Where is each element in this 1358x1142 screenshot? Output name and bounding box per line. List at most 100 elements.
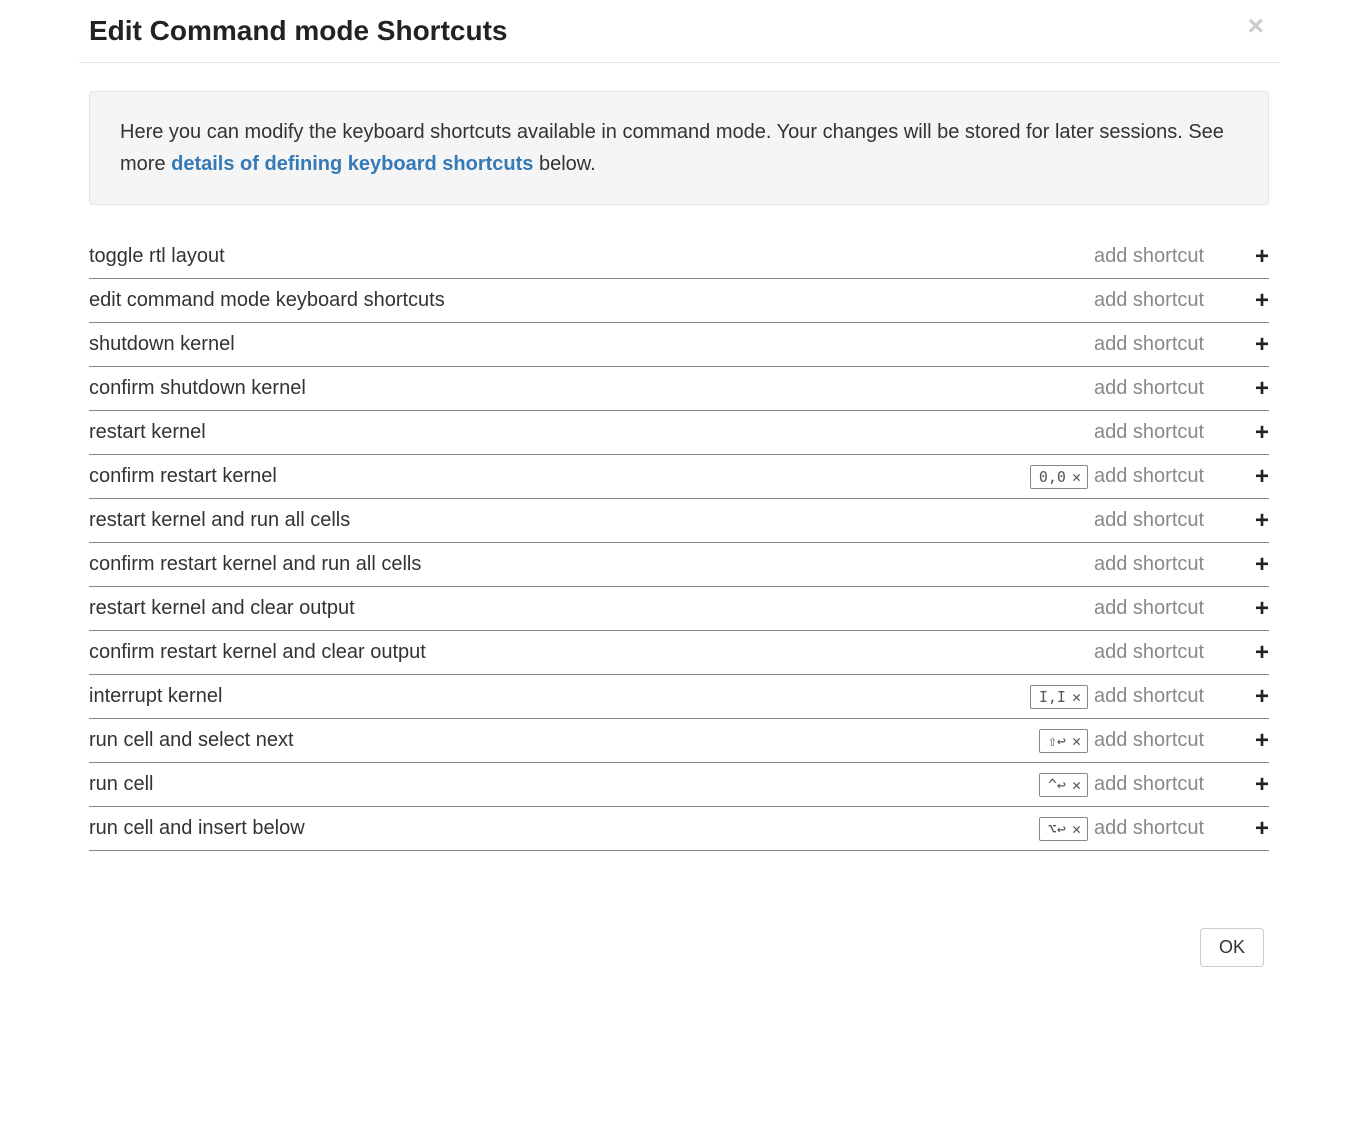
shortcut-label: toggle rtl layout <box>89 245 1088 268</box>
plus-icon: + <box>1255 507 1269 534</box>
shortcut-chips: ⇧↩ ✕ <box>1039 729 1088 753</box>
add-shortcut-button[interactable]: + <box>1229 419 1269 447</box>
close-icon: × <box>1248 10 1264 41</box>
shortcut-label: confirm restart kernel and run all cells <box>89 553 1088 576</box>
shortcut-row: edit command mode keyboard shortcutsadd … <box>89 279 1269 323</box>
shortcut-label: restart kernel and clear output <box>89 597 1088 620</box>
shortcut-label: restart kernel and run all cells <box>89 509 1088 532</box>
plus-icon: + <box>1255 639 1269 666</box>
shortcut-row: toggle rtl layout add shortcut + <box>89 235 1269 279</box>
shortcut-label: confirm restart kernel <box>89 465 1030 488</box>
add-shortcut-button[interactable]: + <box>1229 331 1269 359</box>
add-shortcut-button[interactable]: + <box>1229 243 1269 271</box>
shortcut-list: toggle rtl layoutadd shortcut+edit comma… <box>89 235 1269 851</box>
details-link[interactable]: details of defining keyboard shortcuts <box>171 153 533 175</box>
shortcut-chips: ^↩ ✕ <box>1039 773 1088 797</box>
add-shortcut-input[interactable]: add shortcut <box>1094 597 1229 620</box>
add-shortcut-button[interactable]: + <box>1229 507 1269 535</box>
shortcut-label: run cell and select next <box>89 729 1039 752</box>
shortcut-row: interrupt kernel I,I ✕ add shortcut + <box>89 675 1269 719</box>
shortcuts-dialog: Edit Command mode Shortcuts × Here you c… <box>79 0 1279 982</box>
add-shortcut-button[interactable]: + <box>1229 771 1269 799</box>
shortcut-row: confirm restart kernel and clear output a… <box>89 631 1269 675</box>
shortcut-row: restart kernel and clear output add short… <box>89 587 1269 631</box>
shortcut-label: confirm shutdown kernel <box>89 377 1088 400</box>
close-button[interactable]: × <box>1248 12 1264 40</box>
shortcut-label: run cell and insert below <box>89 817 1039 840</box>
plus-icon: + <box>1255 595 1269 622</box>
add-shortcut-input[interactable]: add shortcut <box>1094 465 1229 488</box>
add-shortcut-button[interactable]: + <box>1229 639 1269 667</box>
add-shortcut-input[interactable]: add shortcut <box>1094 333 1229 356</box>
remove-shortcut-icon[interactable]: ✕ <box>1072 820 1081 838</box>
shortcut-label: confirm restart kernel and clear output <box>89 641 1088 664</box>
add-shortcut-input[interactable]: add shortcut <box>1094 773 1229 796</box>
ok-button[interactable]: OK <box>1200 928 1264 967</box>
add-shortcut-button[interactable]: + <box>1229 287 1269 315</box>
add-shortcut-input[interactable]: add shortcut <box>1094 509 1229 532</box>
add-shortcut-button[interactable]: + <box>1229 683 1269 711</box>
add-shortcut-button[interactable]: + <box>1229 595 1269 623</box>
add-shortcut-button[interactable]: + <box>1229 463 1269 491</box>
chip-text: ⌥↩ <box>1048 820 1066 838</box>
add-shortcut-input[interactable]: add shortcut <box>1094 289 1229 312</box>
shortcut-row: run cell ^↩ ✕ add shortcut + <box>89 763 1269 807</box>
add-shortcut-input[interactable]: add shortcut <box>1094 245 1229 268</box>
dialog-header: Edit Command mode Shortcuts × <box>79 0 1279 63</box>
dialog-footer: OK <box>79 913 1279 982</box>
plus-icon: + <box>1255 771 1269 798</box>
chip-text: ⇧↩ <box>1048 732 1066 750</box>
shortcut-row: confirm restart kernel 0,0 ✕ add shortcut + <box>89 455 1269 499</box>
plus-icon: + <box>1255 727 1269 754</box>
shortcut-row: run cell and insert below ⌥↩ ✕ add shortcut… <box>89 807 1269 851</box>
shortcut-chip[interactable]: ⌥↩ ✕ <box>1039 817 1088 841</box>
plus-icon: + <box>1255 815 1269 842</box>
chip-text: ^↩ <box>1048 776 1066 794</box>
remove-shortcut-icon[interactable]: ✕ <box>1072 688 1081 706</box>
add-shortcut-button[interactable]: + <box>1229 815 1269 843</box>
shortcut-row: confirm shutdown kernel add shortcut + <box>89 367 1269 411</box>
add-shortcut-button[interactable]: + <box>1229 375 1269 403</box>
add-shortcut-input[interactable]: add shortcut <box>1094 553 1229 576</box>
chip-text: I,I <box>1039 688 1066 706</box>
plus-icon: + <box>1255 331 1269 358</box>
add-shortcut-input[interactable]: add shortcut <box>1094 421 1229 444</box>
shortcut-row: restart kernel add shortcut + <box>89 411 1269 455</box>
chip-text: 0,0 <box>1039 468 1066 486</box>
add-shortcut-input[interactable]: add shortcut <box>1094 641 1229 664</box>
plus-icon: + <box>1255 463 1269 490</box>
info-text-after: below. <box>533 153 595 175</box>
add-shortcut-input[interactable]: add shortcut <box>1094 817 1229 840</box>
fade-overlay <box>79 883 1279 913</box>
remove-shortcut-icon[interactable]: ✕ <box>1072 468 1081 486</box>
plus-icon: + <box>1255 287 1269 314</box>
shortcut-chip[interactable]: ⇧↩ ✕ <box>1039 729 1088 753</box>
shortcut-chip[interactable]: 0,0 ✕ <box>1030 465 1088 489</box>
shortcut-label: interrupt kernel <box>89 685 1030 708</box>
plus-icon: + <box>1255 683 1269 710</box>
shortcut-row: restart kernel and run all cells add shor… <box>89 499 1269 543</box>
plus-icon: + <box>1255 551 1269 578</box>
shortcut-row: run cell and select next ⇧↩ ✕ add shortcut + <box>89 719 1269 763</box>
add-shortcut-input[interactable]: add shortcut <box>1094 729 1229 752</box>
shortcut-chip[interactable]: ^↩ ✕ <box>1039 773 1088 797</box>
shortcut-label: restart kernel <box>89 421 1088 444</box>
shortcut-row: shutdown kernel add shortcut + <box>89 323 1269 367</box>
add-shortcut-input[interactable]: add shortcut <box>1094 685 1229 708</box>
shortcut-label: run cell <box>89 773 1039 796</box>
plus-icon: + <box>1255 243 1269 270</box>
dialog-body: Here you can modify the keyboard shortcu… <box>79 63 1279 913</box>
add-shortcut-button[interactable]: + <box>1229 727 1269 755</box>
shortcut-row: confirm restart kernel and run all cells… <box>89 543 1269 587</box>
dialog-title: Edit Command mode Shortcuts <box>89 15 1264 47</box>
plus-icon: + <box>1255 419 1269 446</box>
shortcut-chips: I,I ✕ <box>1030 685 1088 709</box>
shortcut-chips: ⌥↩ ✕ <box>1039 817 1088 841</box>
remove-shortcut-icon[interactable]: ✕ <box>1072 732 1081 750</box>
plus-icon: + <box>1255 375 1269 402</box>
add-shortcut-input[interactable]: add shortcut <box>1094 377 1229 400</box>
shortcut-chip[interactable]: I,I ✕ <box>1030 685 1088 709</box>
shortcut-label: shutdown kernel <box>89 333 1088 356</box>
add-shortcut-button[interactable]: + <box>1229 551 1269 579</box>
remove-shortcut-icon[interactable]: ✕ <box>1072 776 1081 794</box>
